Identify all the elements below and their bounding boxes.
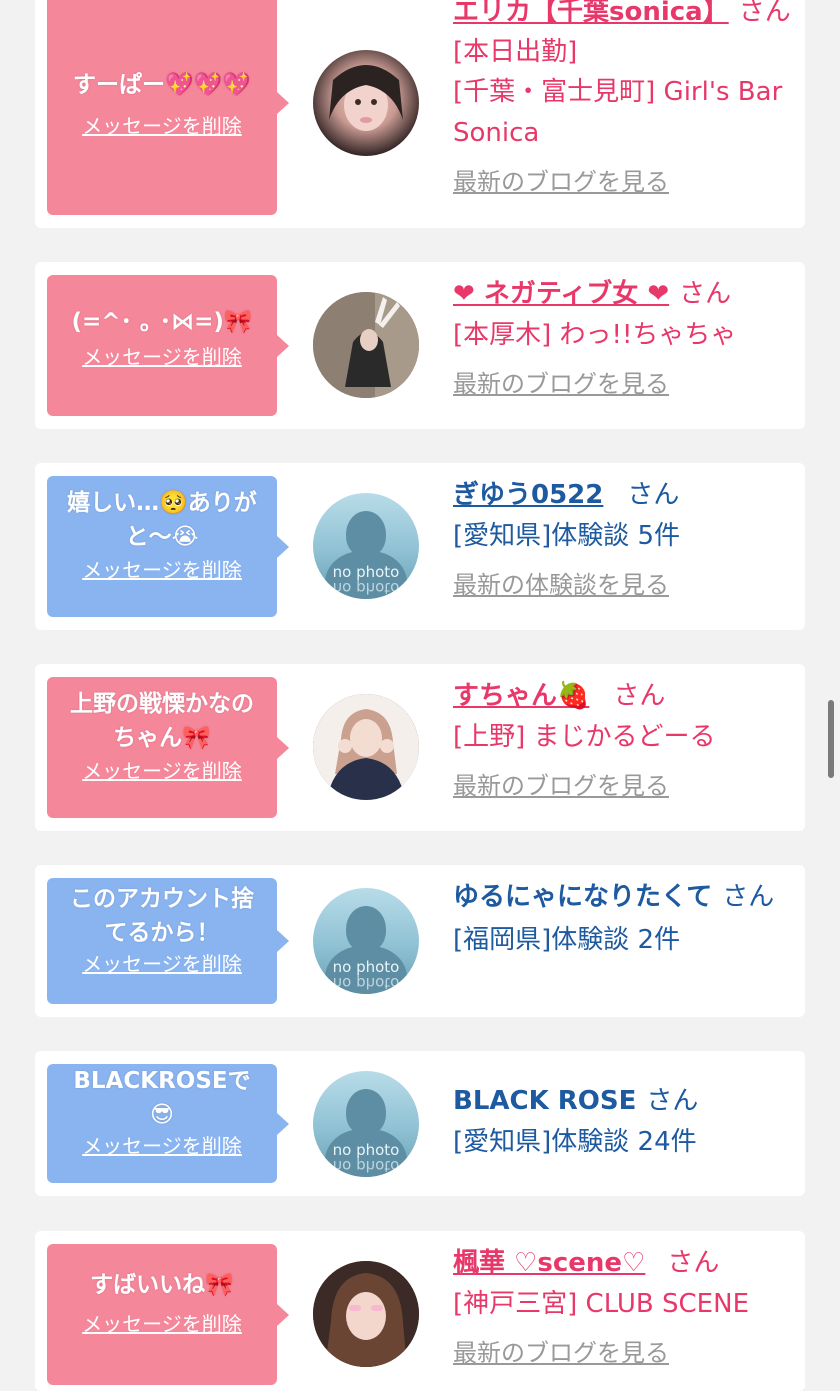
message-text: すーぱー💖💖💖 [73, 72, 251, 98]
name-line: 楓華 ♡scene♡ さん [453, 1243, 793, 1283]
favorite-card: このアカウント捨てるから！ メッセージを削除 no photo no photo… [35, 865, 805, 1017]
message-bubble: 上野の戦慄かなのちゃん🎀 メッセージを削除 [47, 677, 289, 818]
message-bubble: (=^･ ｡ ･⋈=)🎀 メッセージを削除 [47, 275, 289, 416]
delete-message-link[interactable]: メッセージを削除 [82, 950, 242, 978]
bubble-arrow [277, 91, 289, 114]
message-bubble: 嬉しい…🥺ありがと〜😭 メッセージを削除 [47, 476, 289, 617]
bubble-arrow [277, 736, 289, 759]
no-photo-reflection: no photo [332, 974, 400, 992]
favorite-card: BLACKROSEで😎 メッセージを削除 no photo no photo B… [35, 1051, 805, 1196]
user-photo-icon [313, 292, 419, 398]
review-count: [愛知県]体験談 24件 [453, 1127, 697, 1157]
latest-blog-link[interactable]: 最新のブログを見る [453, 166, 669, 198]
honorific: さん [722, 882, 775, 912]
bubble-arrow [277, 334, 289, 357]
delete-message-link[interactable]: メッセージを削除 [82, 757, 242, 785]
latest-blog-link[interactable]: 最新のブログを見る [453, 1337, 669, 1369]
latest-blog-link[interactable]: 最新のブログを見る [453, 368, 669, 400]
user-info: BLACK ROSE さん [愛知県]体験談 24件 [453, 1081, 793, 1163]
shop-location: [上野] まじかるどーる [453, 722, 716, 752]
user-photo-icon [329, 65, 403, 131]
name-line: ぎゆう0522 さん [453, 475, 793, 515]
bubble-arrow [277, 1112, 289, 1135]
message-bubble: BLACKROSEで😎 メッセージを削除 [47, 1064, 289, 1183]
name-line: ❤ ネガティブ女 ❤ さん [453, 274, 793, 314]
delete-message-link[interactable]: メッセージを削除 [82, 1310, 242, 1338]
avatar[interactable] [313, 694, 419, 800]
latest-blog-link[interactable]: 最新のブログを見る [453, 770, 669, 802]
shop-location: [千葉・富士見町] Girl's Bar Sonica [453, 77, 783, 148]
avatar-no-photo[interactable]: no photo no photo [313, 493, 419, 599]
shop-location: [本厚木] わっ!!ちゃちゃ [453, 320, 737, 350]
review-count: [福岡県]体験談 2件 [453, 925, 681, 955]
honorific: さん [667, 1248, 720, 1278]
no-photo-reflection: no photo [332, 579, 400, 597]
avatar-no-photo[interactable]: no photo no photo [313, 1071, 419, 1177]
bubble-arrow [277, 930, 289, 952]
message-bubble: すばいいね🎀 メッセージを削除 [47, 1244, 289, 1385]
avatar[interactable] [313, 292, 419, 398]
name-line: BLACK ROSE さん [453, 1081, 793, 1121]
honorific: さん [627, 480, 680, 510]
delete-message-link[interactable]: メッセージを削除 [82, 112, 242, 140]
favorite-card: すーぱー💖💖💖 メッセージを削除 エリカ【千葉sonica】 さん [本日出勤] … [35, 0, 805, 228]
bubble-arrow [277, 1303, 289, 1326]
name-line: エリカ【千葉sonica】 さん [453, 0, 793, 32]
message-text: 嬉しい…🥺ありがと〜😭 [67, 490, 257, 550]
message-text: このアカウント捨てるから！ [70, 886, 254, 946]
delete-message-link[interactable]: メッセージを削除 [82, 343, 242, 371]
message-bubble: すーぱー💖💖💖 メッセージを削除 [47, 0, 289, 215]
user-name-link[interactable]: ぎゆう0522 [453, 480, 603, 510]
avatar[interactable] [313, 50, 419, 156]
no-photo-reflection: no photo [332, 1157, 400, 1175]
user-photo-icon [313, 694, 419, 800]
avatar-no-photo[interactable]: no photo no photo [313, 888, 419, 994]
shop-status: [本日出勤] [453, 37, 578, 67]
user-name-link[interactable]: 楓華 ♡scene♡ [453, 1248, 645, 1278]
latest-review-link[interactable]: 最新の体験談を見る [453, 569, 669, 601]
user-name: ゆるにゃになりたくて [453, 882, 713, 912]
review-count: [愛知県]体験談 5件 [453, 521, 681, 551]
honorific: さん [613, 681, 666, 711]
delete-message-link[interactable]: メッセージを削除 [82, 1132, 242, 1160]
favorite-card: (=^･ ｡ ･⋈=)🎀 メッセージを削除 ❤ ネガティブ女 ❤ さん [本厚木]… [35, 262, 805, 429]
message-text: 上野の戦慄かなのちゃん🎀 [70, 691, 254, 751]
message-text: すばいいね🎀 [90, 1272, 234, 1298]
shop-location: [神戸三宮] CLUB SCENE [453, 1289, 749, 1319]
user-name-link[interactable]: エリカ【千葉sonica】 [453, 0, 729, 27]
user-name: BLACK ROSE [453, 1086, 637, 1116]
scrollbar[interactable] [828, 700, 834, 778]
bubble-arrow [277, 535, 289, 558]
honorific: さん [646, 1086, 699, 1116]
favorite-card: 上野の戦慄かなのちゃん🎀 メッセージを削除 すちゃん🍓 さん [上野] まじかるど… [35, 664, 805, 831]
user-photo-icon [313, 1261, 419, 1367]
user-name-link[interactable]: ❤ ネガティブ女 ❤ [453, 279, 669, 309]
name-line: ゆるにゃになりたくて さん [453, 877, 793, 917]
user-info: ❤ ネガティブ女 ❤ さん [本厚木] わっ!!ちゃちゃ 最新のブログを見る [453, 274, 793, 400]
message-bubble: このアカウント捨てるから！ メッセージを削除 [47, 878, 289, 1004]
favorite-card: 嬉しい…🥺ありがと〜😭 メッセージを削除 no photo no photo ぎ… [35, 463, 805, 630]
favorite-card: すばいいね🎀 メッセージを削除 楓華 ♡scene♡ さん [神戸三宮] CLUB… [35, 1231, 805, 1391]
avatar[interactable] [313, 1261, 419, 1367]
user-info: ゆるにゃになりたくて さん [福岡県]体験談 2件 [453, 877, 793, 961]
name-line: すちゃん🍓 さん [453, 676, 793, 716]
user-info: 楓華 ♡scene♡ さん [神戸三宮] CLUB SCENE 最新のブログを見る [453, 1243, 793, 1369]
user-info: すちゃん🍓 さん [上野] まじかるどーる 最新のブログを見る [453, 676, 793, 802]
user-info: エリカ【千葉sonica】 さん [本日出勤] [千葉・富士見町] Girl's … [453, 0, 793, 198]
delete-message-link[interactable]: メッセージを削除 [82, 556, 242, 584]
message-text: (=^･ ｡ ･⋈=)🎀 [71, 309, 253, 335]
honorific: さん [679, 279, 732, 309]
user-name-link[interactable]: すちゃん🍓 [453, 681, 589, 711]
user-info: ぎゆう0522 さん [愛知県]体験談 5件 最新の体験談を見る [453, 475, 793, 601]
honorific: さん [738, 0, 791, 27]
message-text: BLACKROSEで😎 [73, 1068, 251, 1128]
